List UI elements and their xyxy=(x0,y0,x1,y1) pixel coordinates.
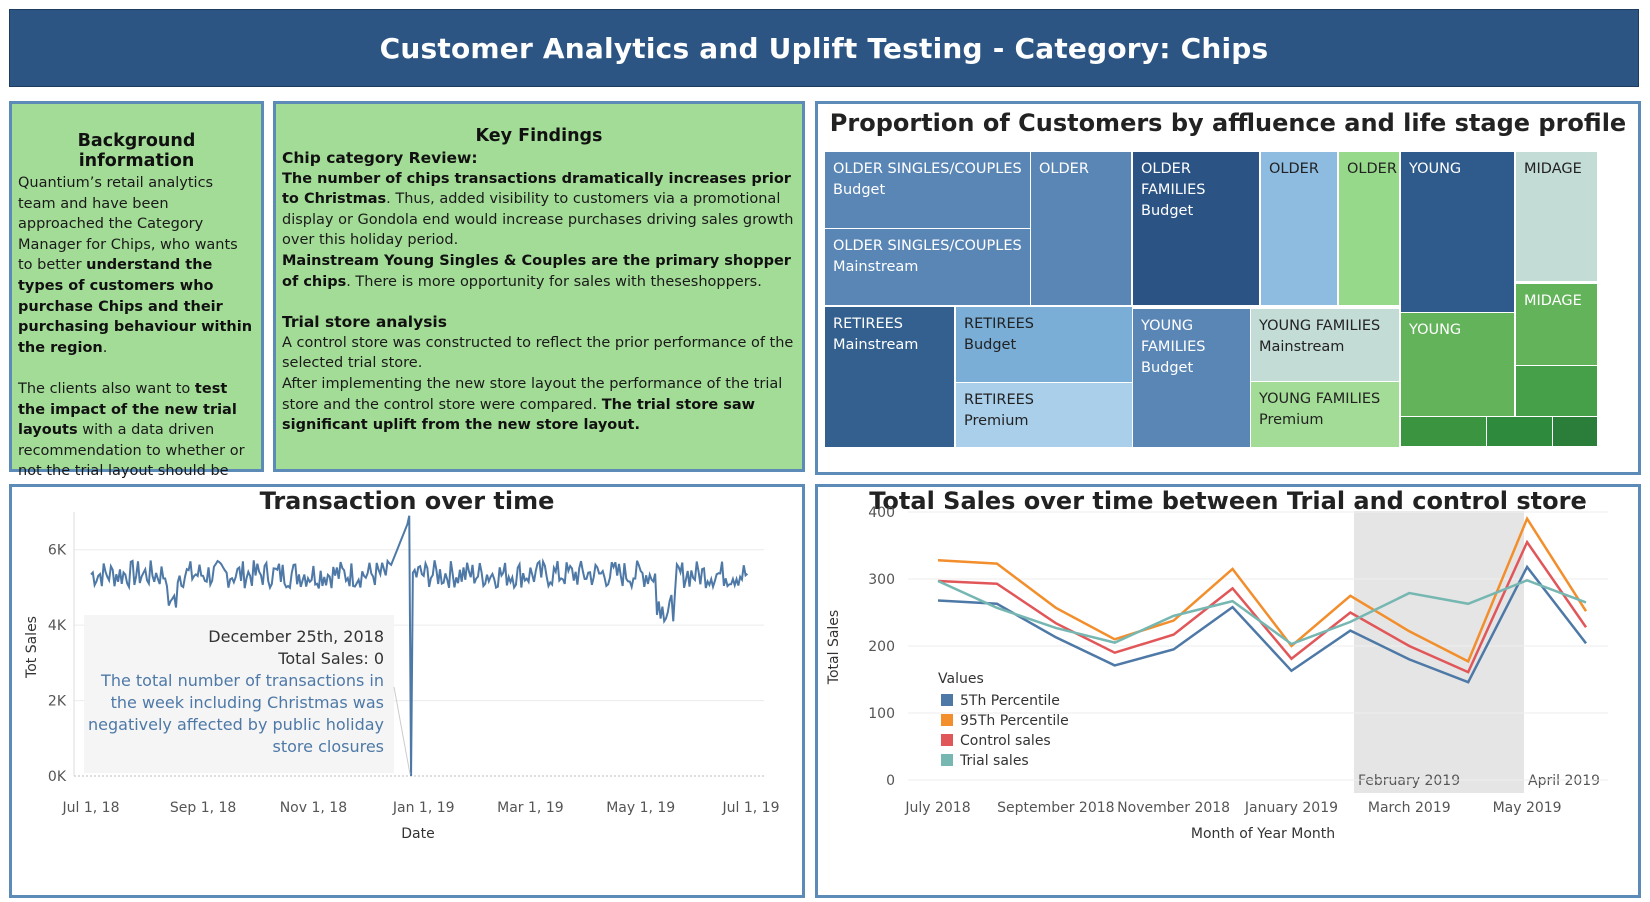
treemap-tile[interactable]: OLDER SINGLES/COUPLES Mainstream xyxy=(825,229,1030,305)
highlight-band xyxy=(1354,511,1524,793)
chip-finding-2-text: . There is more opportunity for sales wi… xyxy=(346,273,762,290)
treemap-tile[interactable]: OLDER SINGLES/COUPLES Budget xyxy=(825,152,1030,228)
legend-label[interactable]: Control sales xyxy=(960,733,1051,749)
treemap-tile[interactable] xyxy=(1487,417,1552,446)
legend-swatch xyxy=(941,714,953,726)
x-tick-label: November 2018 xyxy=(1117,800,1230,816)
tooltip-date: December 25th, 2018 xyxy=(208,627,384,646)
background-panel: Background information Quantium’s retail… xyxy=(9,101,264,500)
dashboard-header: Customer Analytics and Uplift Testing - … xyxy=(9,9,1639,87)
y-tick-label: 100 xyxy=(868,706,895,722)
treemap-tile[interactable]: RETIREES Premium xyxy=(956,383,1132,447)
y-tick-label: 2K xyxy=(48,694,67,710)
legend-swatch xyxy=(941,734,953,746)
trial-analysis-heading: Trial store analysis xyxy=(282,313,447,332)
band-end-label: April 2019 xyxy=(1528,773,1600,789)
transactions-chart[interactable]: 0K 2K 4K 6K Jul 1, 18 Sep 1, 18 Nov 1, 18 Jan 1… xyxy=(12,487,802,895)
x-tick-label: Nov 1, 18 xyxy=(280,800,347,816)
background-text: Quantium’s retail analytics team and hav… xyxy=(18,173,255,503)
background-p1-end: . xyxy=(102,339,108,356)
treemap-tile[interactable] xyxy=(1401,417,1486,446)
x-tick-label: March 2019 xyxy=(1368,800,1451,816)
tooltip-pointer xyxy=(393,686,411,775)
key-findings-panel: Key Findings Chip category Review: The n… xyxy=(273,101,805,472)
sales-panel: Total Sales over time between Trial and … xyxy=(815,484,1641,898)
dashboard-title: Customer Analytics and Uplift Testing - … xyxy=(379,31,1269,65)
treemap-panel: Proportion of Customers by affluence and… xyxy=(815,101,1641,475)
treemap-tile[interactable] xyxy=(1516,366,1597,416)
treemap-tile[interactable]: MIDAGE xyxy=(1516,284,1597,365)
y-tick-label: 4K xyxy=(48,618,67,634)
treemap-tile[interactable]: OLDER xyxy=(1339,152,1399,305)
transactions-panel: Transaction over time 0K 2K 4K 6K Jul 1, 18 S… xyxy=(9,484,805,898)
background-p2-text: The clients also want to xyxy=(18,380,195,397)
treemap-tile[interactable]: YOUNG FAMILIES Premium xyxy=(1251,382,1399,447)
x-tick-label: Sep 1, 18 xyxy=(170,800,236,816)
treemap-title: Proportion of Customers by affluence and… xyxy=(829,109,1627,137)
x-tick-label: September 2018 xyxy=(997,800,1114,816)
legend-label[interactable]: Trial sales xyxy=(959,753,1029,769)
key-findings-text: Chip category Review: The number of chip… xyxy=(282,148,796,436)
chip-review-heading: Chip category Review: xyxy=(282,149,478,167)
treemap-tile[interactable]: YOUNG FAMILIES Budget xyxy=(1133,309,1250,447)
legend-swatch xyxy=(941,694,953,706)
y-tick-label: 0 xyxy=(886,773,895,789)
x-tick-label: May 1, 19 xyxy=(606,800,675,816)
x-tick-label: Mar 1, 19 xyxy=(497,800,564,816)
band-start-label: February 2019 xyxy=(1358,773,1460,789)
treemap-tile[interactable] xyxy=(1553,417,1597,446)
treemap-tile[interactable]: MIDAGE xyxy=(1516,152,1597,281)
treemap-tile[interactable]: RETIREES Mainstream xyxy=(825,307,954,447)
treemap-tile[interactable]: OLDER xyxy=(1261,152,1337,305)
y-tick-label: 0K xyxy=(48,769,67,785)
x-tick-label: Jul 1, 18 xyxy=(62,800,120,816)
x-axis-title: Month of Year Month xyxy=(1191,826,1335,842)
x-tick-label: Jul 1, 19 xyxy=(722,800,780,816)
treemap-tile[interactable]: YOUNG FAMILIES Mainstream xyxy=(1251,309,1399,381)
treemap-tile[interactable]: OLDER xyxy=(1031,152,1131,305)
x-tick-label: May 2019 xyxy=(1493,800,1562,816)
y-tick-label: 400 xyxy=(868,505,895,521)
treemap-tile[interactable]: OLDER FAMILIES Budget xyxy=(1133,152,1259,305)
treemap-tile[interactable]: YOUNG xyxy=(1401,152,1514,312)
y-tick-label: 6K xyxy=(48,543,67,559)
background-title: Background information xyxy=(77,131,196,171)
legend-label[interactable]: 95Th Percentile xyxy=(960,713,1069,729)
x-tick-label: July 2018 xyxy=(904,800,970,816)
x-tick-label: Jan 1, 19 xyxy=(392,800,455,816)
sales-chart[interactable]: February 2019 April 2019 0 100 200 300 400 July… xyxy=(818,487,1638,895)
legend-label[interactable]: 5Th Percentile xyxy=(960,693,1060,709)
y-axis-title: Tot Sales xyxy=(24,616,40,679)
y-axis-title: Total Sales xyxy=(826,610,842,685)
x-axis-title: Date xyxy=(401,826,434,842)
tooltip-value: Total Sales: 0 xyxy=(277,649,384,668)
y-tick-label: 300 xyxy=(868,572,895,588)
treemap-tile[interactable]: YOUNG xyxy=(1401,313,1514,416)
trial-finding-1: A control store was constructed to refle… xyxy=(282,334,794,372)
key-findings-title: Key Findings xyxy=(475,126,603,146)
x-tick-label: January 2019 xyxy=(1244,800,1338,816)
legend-title: Values xyxy=(938,671,984,687)
y-tick-label: 200 xyxy=(868,639,895,655)
treemap-tile[interactable]: RETIREES Budget xyxy=(956,307,1132,382)
legend-swatch xyxy=(941,754,953,766)
